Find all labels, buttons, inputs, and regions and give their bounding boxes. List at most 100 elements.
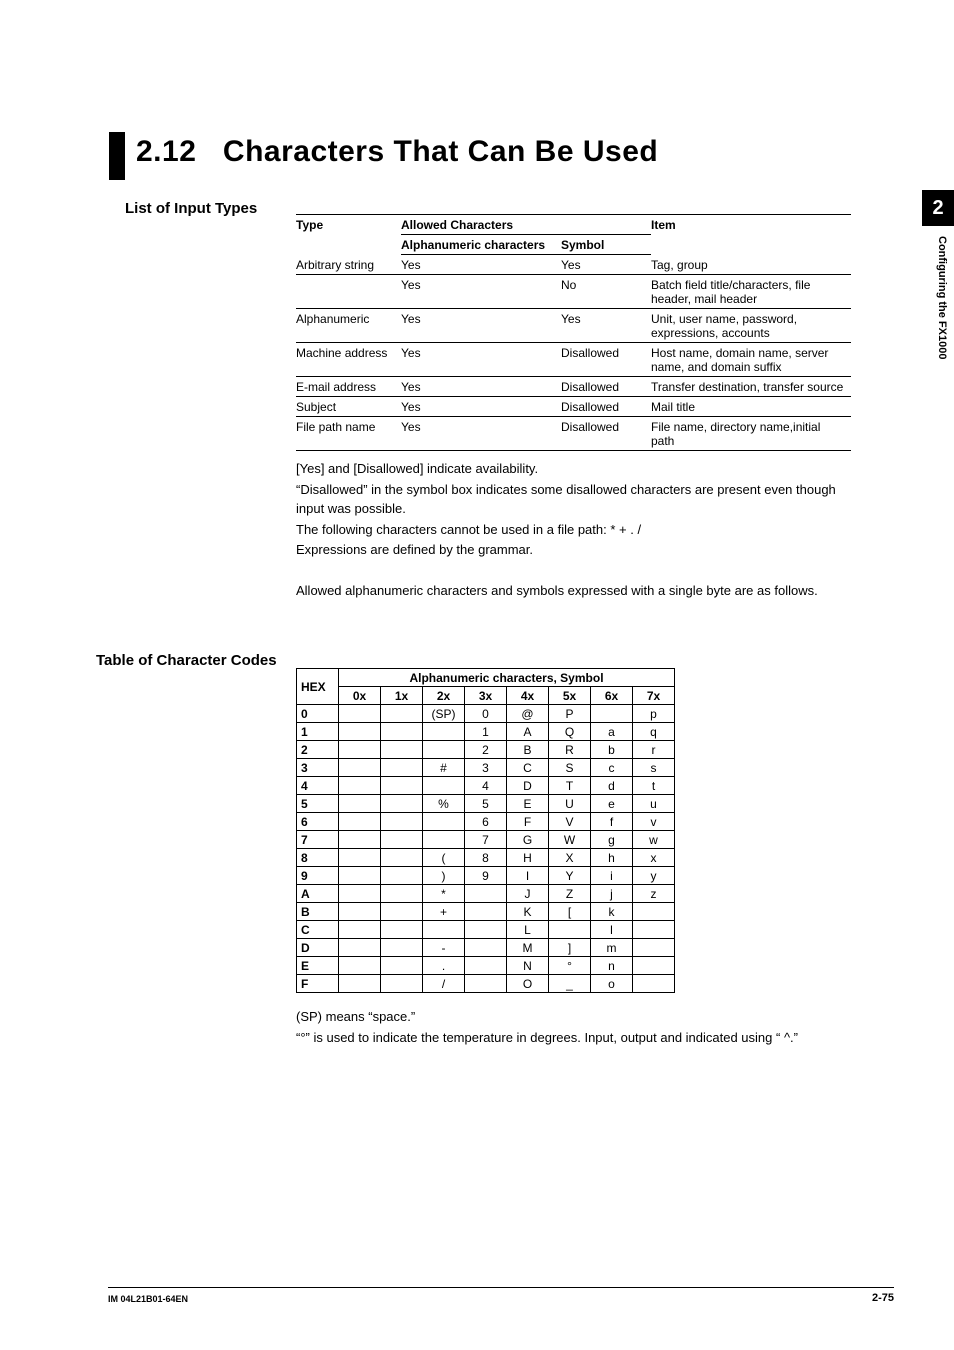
cell: [381, 957, 423, 975]
cell-hex: C: [297, 921, 339, 939]
cell: [381, 813, 423, 831]
cell: [339, 921, 381, 939]
th-col: 3x: [465, 687, 507, 705]
cell: F: [507, 813, 549, 831]
th-col: 2x: [423, 687, 465, 705]
th-item: Item: [651, 215, 851, 255]
note-line: The following characters cannot be used …: [296, 521, 861, 540]
cell: Batch field title/characters, file heade…: [651, 275, 851, 309]
cell-hex: 0: [297, 705, 339, 723]
cell: [339, 813, 381, 831]
cell: #: [423, 759, 465, 777]
cell: [549, 921, 591, 939]
table-row: 8(8HXhx: [297, 849, 675, 867]
cell: [381, 759, 423, 777]
cell: File name, directory name,initial path: [651, 417, 851, 451]
cell: [339, 741, 381, 759]
cell: Yes: [401, 417, 561, 451]
th-symbol: Symbol: [561, 235, 651, 255]
cell: [381, 831, 423, 849]
table-row: E-mail address Yes Disallowed Transfer d…: [296, 377, 851, 397]
cell: A: [507, 723, 549, 741]
cell: [381, 741, 423, 759]
cell: 4: [465, 777, 507, 795]
cell-hex: 2: [297, 741, 339, 759]
cell: T: [549, 777, 591, 795]
table-row: B+K[k: [297, 903, 675, 921]
cell: Yes: [401, 377, 561, 397]
th-col: 7x: [633, 687, 675, 705]
cell: Yes: [401, 397, 561, 417]
codes-notes: (SP) means “space.” “°” is used to indic…: [296, 1008, 876, 1050]
cell: D: [507, 777, 549, 795]
cell: 8: [465, 849, 507, 867]
cell: @: [507, 705, 549, 723]
cell: O: [507, 975, 549, 993]
cell: -: [423, 939, 465, 957]
cell: [339, 777, 381, 795]
cell: [423, 831, 465, 849]
cell: W: [549, 831, 591, 849]
cell: File path name: [296, 417, 401, 451]
table-row: 44DTdt: [297, 777, 675, 795]
cell: Disallowed: [561, 417, 651, 451]
cell: s: [633, 759, 675, 777]
cell: (: [423, 849, 465, 867]
heading-input-types: List of Input Types: [125, 200, 257, 217]
table-row: Yes No Batch field title/characters, fil…: [296, 275, 851, 309]
cell: [633, 975, 675, 993]
th-allowed: Allowed Characters: [401, 215, 651, 235]
table-row: Subject Yes Disallowed Mail title: [296, 397, 851, 417]
cell: ]: [549, 939, 591, 957]
input-types-table: Type Allowed Characters Item Alphanumeri…: [296, 214, 851, 451]
cell: 3: [465, 759, 507, 777]
chapter-tab: 2: [922, 190, 954, 226]
section-title: Characters That Can Be Used: [223, 135, 658, 168]
cell-hex: E: [297, 957, 339, 975]
cell: [465, 885, 507, 903]
cell: x: [633, 849, 675, 867]
cell: +: [423, 903, 465, 921]
table-row: Machine address Yes Disallowed Host name…: [296, 343, 851, 377]
cell: Tag, group: [651, 255, 851, 275]
cell: l: [591, 921, 633, 939]
table-row: 22BRbr: [297, 741, 675, 759]
cell: Unit, user name, password, expressions, …: [651, 309, 851, 343]
section-number: 2.12: [136, 135, 196, 168]
cell-hex: D: [297, 939, 339, 957]
cell: L: [507, 921, 549, 939]
cell: [339, 975, 381, 993]
footer-right: 2-75: [872, 1292, 894, 1304]
cell: Yes: [401, 309, 561, 343]
cell: C: [507, 759, 549, 777]
input-types-notes: [Yes] and [Disallowed] indicate availabi…: [296, 460, 861, 603]
cell: 5: [465, 795, 507, 813]
cell: v: [633, 813, 675, 831]
table-row: Arbitrary string Yes Yes Tag, group: [296, 255, 851, 275]
cell: J: [507, 885, 549, 903]
cell-hex: F: [297, 975, 339, 993]
note-line: “Disallowed” in the symbol box indicates…: [296, 481, 861, 519]
cell: [381, 939, 423, 957]
cell: [: [549, 903, 591, 921]
cell: [381, 921, 423, 939]
note-line: (SP) means “space.”: [296, 1008, 876, 1027]
table-row: 5%5EUeu: [297, 795, 675, 813]
cell: _: [549, 975, 591, 993]
cell: °: [549, 957, 591, 975]
cell: [381, 975, 423, 993]
cell: %: [423, 795, 465, 813]
cell: [381, 723, 423, 741]
cell: [423, 723, 465, 741]
table-row: Alphanumeric Yes Yes Unit, user name, pa…: [296, 309, 851, 343]
cell: V: [549, 813, 591, 831]
cell: f: [591, 813, 633, 831]
cell: U: [549, 795, 591, 813]
cell: E-mail address: [296, 377, 401, 397]
cell: 7: [465, 831, 507, 849]
footer-left: IM 04L21B01-64EN: [108, 1294, 188, 1304]
cell: Disallowed: [561, 343, 651, 377]
title-flag: [109, 132, 125, 180]
heading-codes: Table of Character Codes: [96, 652, 277, 669]
table-row: C Ll: [297, 921, 675, 939]
